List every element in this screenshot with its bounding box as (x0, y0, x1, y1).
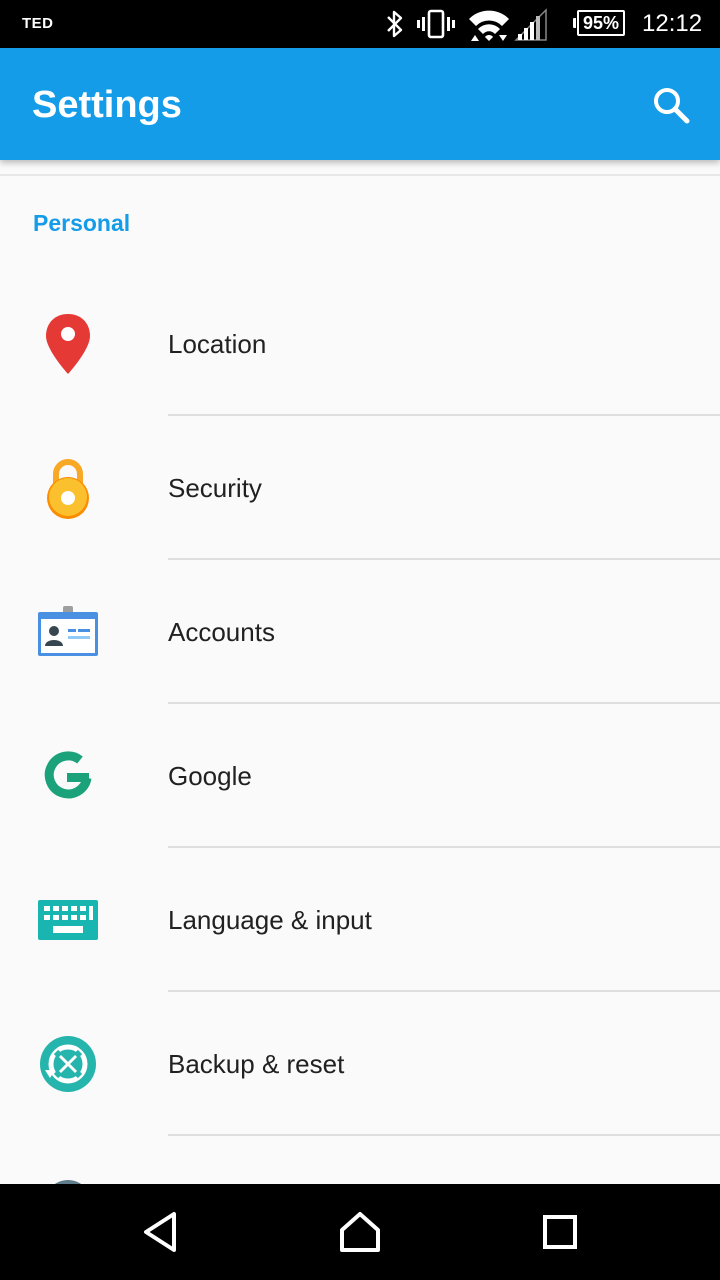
clock: 12:12 (642, 10, 703, 37)
page-title: Settings (32, 84, 182, 126)
app-bar: Settings (0, 48, 720, 160)
settings-item-google[interactable]: Google (0, 704, 720, 848)
battery-percent: 95% (582, 13, 620, 33)
recents-button[interactable] (520, 1202, 600, 1262)
search-icon (654, 88, 690, 124)
divider (0, 174, 720, 176)
settings-item-location[interactable]: Location (0, 272, 720, 416)
settings-item-backup-reset[interactable]: Backup & reset (0, 992, 720, 1136)
settings-item-label: Google (168, 761, 252, 791)
back-button[interactable] (120, 1202, 200, 1262)
settings-item-label: Language & input (168, 905, 372, 935)
bluetooth-icon (387, 10, 403, 38)
divider (168, 1134, 720, 1136)
backup-reset-icon (32, 1032, 104, 1096)
keyboard-icon (32, 888, 104, 952)
settings-item-label: Accounts (168, 617, 275, 647)
section-header-personal: Personal (33, 210, 131, 236)
carrier-name: TED (22, 15, 54, 32)
recents-icon (543, 1215, 577, 1249)
home-icon (340, 1212, 380, 1252)
navigation-bar (0, 1184, 720, 1280)
home-button[interactable] (320, 1202, 400, 1262)
battery-icon: 95% (573, 10, 625, 36)
vibrate-icon (417, 9, 455, 39)
settings-list: Location Security Accounts Google Langua… (0, 272, 720, 1136)
settings-item-label: Security (168, 473, 262, 503)
google-g-icon (32, 744, 104, 808)
padlock-icon (32, 456, 104, 520)
search-button[interactable] (646, 80, 696, 130)
wifi-icon (469, 10, 509, 41)
settings-item-security[interactable]: Security (0, 416, 720, 560)
settings-item-label: Backup & reset (168, 1049, 345, 1079)
back-icon (144, 1212, 176, 1252)
status-bar: TED 95% 12:12 (0, 0, 720, 48)
settings-item-label: Location (168, 329, 267, 359)
settings-item-accounts[interactable]: Accounts (0, 560, 720, 704)
cell-signal-icon (514, 8, 547, 41)
id-badge-icon (32, 600, 104, 664)
settings-item-language-input[interactable]: Language & input (0, 848, 720, 992)
location-pin-icon (32, 312, 104, 376)
